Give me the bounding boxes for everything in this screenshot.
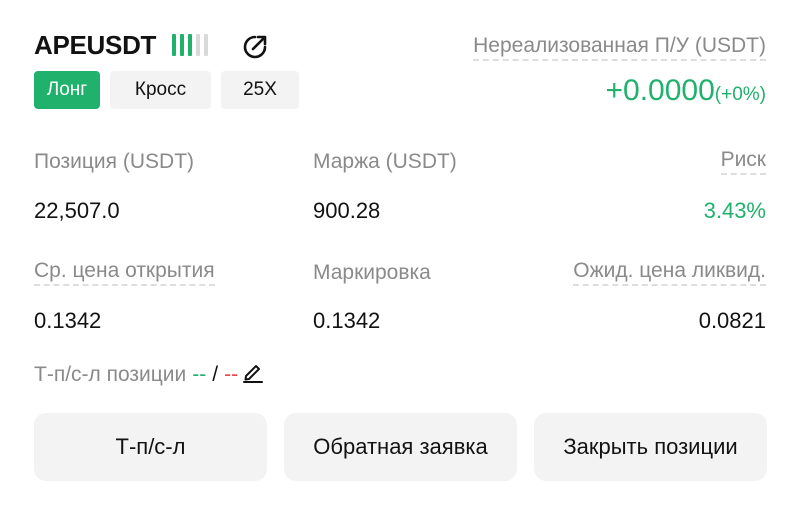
entry-price-label-text: Ср. цена открытия <box>34 259 215 286</box>
leverage-indicator <box>172 34 208 56</box>
liquidation-price-label[interactable]: Ожид. цена ликвид. <box>573 259 766 286</box>
risk-value: 3.43% <box>703 198 766 223</box>
mark-price-value: 0.1342 <box>313 308 381 333</box>
position-label: Позиция (USDT) <box>34 150 195 173</box>
tpsl-separator: / <box>212 363 219 386</box>
unrealized-pnl-label-text: Нереализованная П/У (USDT) <box>473 34 766 61</box>
margin-label: Маржа (USDT) <box>313 150 457 173</box>
risk-label[interactable]: Риск <box>720 148 766 175</box>
long-badge: Лонг <box>34 71 100 109</box>
symbol-title: APEUSDT <box>34 30 157 60</box>
leverage-bar <box>180 34 184 56</box>
margin-value: 900.28 <box>313 198 381 223</box>
unrealized-pnl-value: +0.0000(+0%) <box>606 74 767 108</box>
entry-price-label[interactable]: Ср. цена открытия <box>34 259 215 286</box>
leverage-bar <box>204 34 208 56</box>
position-value: 22,507.0 <box>34 198 120 223</box>
leverage-bar <box>172 34 176 56</box>
take-profit-value: -- <box>192 363 207 386</box>
edit-icon[interactable] <box>238 361 264 389</box>
unrealized-pnl-label[interactable]: Нереализованная П/У (USDT) <box>473 34 766 61</box>
risk-label-text: Риск <box>720 148 766 175</box>
margin-mode-button[interactable]: Кросс <box>110 71 211 109</box>
tpsl-button[interactable]: Т-п/с-л <box>34 413 267 481</box>
close-position-button[interactable]: Закрыть позиции <box>534 413 767 481</box>
pnl-percent: (+0%) <box>714 84 766 105</box>
stop-loss-value: -- <box>224 363 239 386</box>
share-icon[interactable] <box>241 33 269 61</box>
leverage-bar <box>196 34 200 56</box>
liquidation-price-value: 0.0821 <box>698 308 766 333</box>
entry-price-value: 0.1342 <box>34 308 102 333</box>
leverage-button[interactable]: 25X <box>221 71 299 109</box>
leverage-bar <box>188 34 192 56</box>
position-tpsl-row: Т-п/с-л позиции -- / -- <box>34 361 264 389</box>
reverse-order-button[interactable]: Обратная заявка <box>284 413 517 481</box>
liquidation-price-label-text: Ожид. цена ликвид. <box>573 259 766 286</box>
pnl-amount: +0.0000 <box>605 74 715 107</box>
mark-price-label: Маркировка <box>313 261 431 284</box>
tpsl-label: Т-п/с-л позиции <box>34 363 187 386</box>
